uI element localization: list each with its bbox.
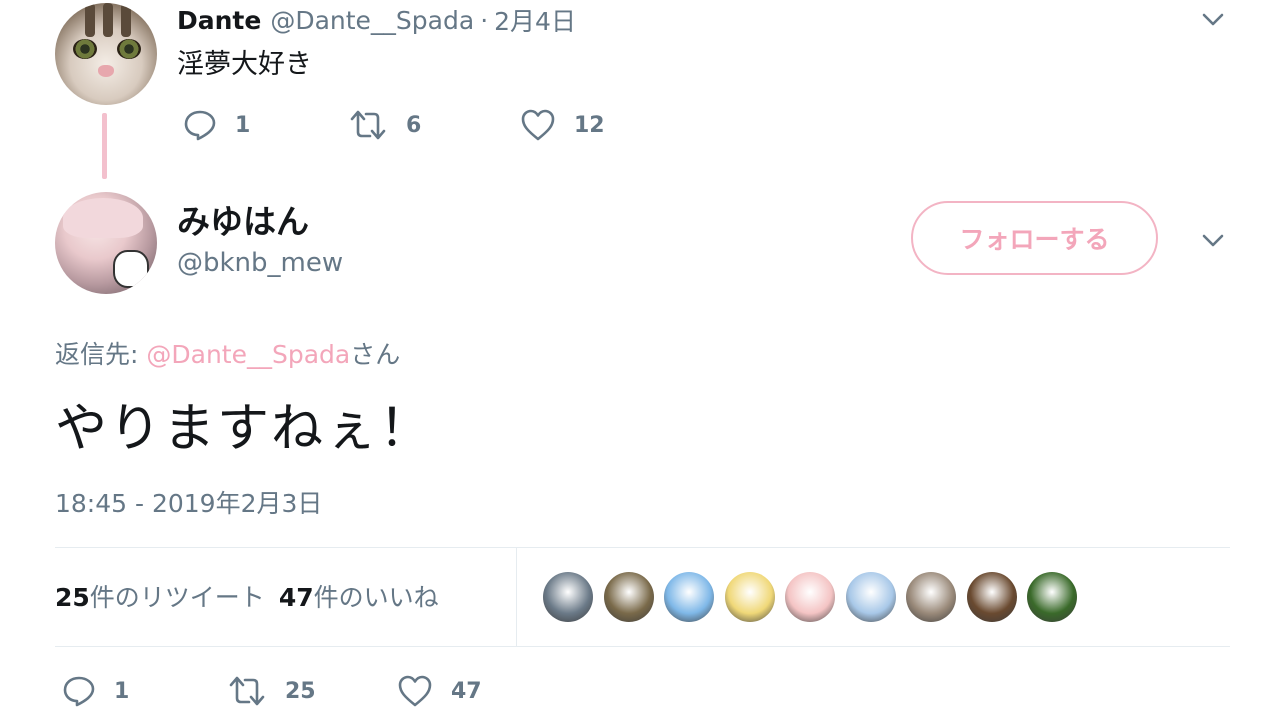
retweet-count: 6 bbox=[406, 112, 422, 138]
tweet-timestamp[interactable]: 18:45 - 2019年2月3日 bbox=[55, 484, 322, 520]
tweet-detail-page: Dante @Dante__Spada · 2月4日 淫夢大好き 1 6 12 bbox=[0, 0, 1280, 720]
avatar-plush-toy bbox=[113, 250, 149, 288]
avatar-fur-stripe bbox=[103, 3, 113, 37]
reply-count: 1 bbox=[235, 112, 251, 138]
main-handle[interactable]: @bknb_mew bbox=[177, 248, 343, 278]
avatar-landscape[interactable] bbox=[543, 572, 593, 622]
retweet-action[interactable]: 6 bbox=[348, 108, 520, 142]
chevron-down-icon[interactable] bbox=[1199, 226, 1227, 254]
avatar-cartoon[interactable] bbox=[1027, 572, 1077, 622]
parent-date[interactable]: 2月4日 bbox=[494, 2, 576, 38]
retweet-icon bbox=[350, 110, 386, 140]
avatar-blue-hair-anime[interactable] bbox=[664, 572, 714, 622]
engagement-stats: 25件のリツイート 47件のいいね bbox=[55, 578, 439, 614]
avatar-eye bbox=[117, 39, 141, 59]
retweet-icon bbox=[229, 676, 265, 706]
reply-count: 1 bbox=[114, 678, 130, 704]
like-stat-count: 47 bbox=[278, 583, 314, 612]
like-action[interactable]: 12 bbox=[520, 108, 605, 142]
like-stat-label: 件のいいね bbox=[313, 583, 439, 612]
avatar-fur-stripe bbox=[85, 3, 95, 37]
avatar-white-hair-anime[interactable] bbox=[845, 572, 896, 622]
avatar-eye bbox=[73, 39, 97, 59]
retweet-stat-count: 25 bbox=[55, 583, 90, 612]
parent-handle[interactable]: @Dante__Spada bbox=[270, 6, 474, 35]
retweet-stat[interactable]: 25件のリツイート bbox=[55, 583, 265, 612]
chevron-down-icon[interactable] bbox=[1199, 5, 1227, 33]
heart-icon bbox=[398, 675, 432, 707]
like-action[interactable]: 47 bbox=[397, 674, 482, 708]
main-avatar[interactable] bbox=[55, 192, 157, 294]
reply-action[interactable]: 1 bbox=[183, 108, 348, 142]
divider bbox=[55, 547, 1230, 548]
retweet-action[interactable]: 25 bbox=[227, 674, 397, 708]
avatar-pink-character[interactable] bbox=[785, 572, 835, 622]
parent-tweet-actions: 1 6 12 bbox=[183, 108, 605, 142]
avatar-man[interactable] bbox=[966, 572, 1017, 622]
thread-connector-line bbox=[102, 113, 107, 179]
like-stat[interactable]: 47件のいいね bbox=[279, 583, 439, 612]
retweet-count: 25 bbox=[285, 678, 316, 704]
avatar-blonde-anime[interactable] bbox=[724, 572, 775, 622]
reply-to-prefix: 返信先: bbox=[55, 340, 147, 369]
retweet-stat-label: 件のリツイート bbox=[89, 583, 265, 612]
reply-action[interactable]: 1 bbox=[62, 674, 227, 708]
avatar-nose bbox=[98, 65, 114, 77]
reply-to-line: 返信先: @Dante__Spadaさん bbox=[55, 335, 400, 371]
parent-display-name[interactable]: Dante bbox=[177, 6, 261, 35]
parent-tweet-header: Dante @Dante__Spada · 2月4日 bbox=[177, 3, 576, 37]
reply-icon bbox=[63, 676, 95, 707]
liker-avatars bbox=[543, 572, 1088, 622]
reply-icon bbox=[184, 110, 216, 141]
divider bbox=[55, 646, 1230, 647]
avatar-cat[interactable] bbox=[906, 572, 956, 622]
main-display-name[interactable]: みゆはん bbox=[177, 195, 309, 243]
main-tweet-actions: 1 25 47 bbox=[62, 674, 482, 708]
reply-to-suffix: さん bbox=[350, 340, 401, 369]
like-count: 47 bbox=[451, 678, 482, 704]
follow-button[interactable]: フォローする bbox=[911, 201, 1158, 275]
like-count: 12 bbox=[574, 112, 605, 138]
avatar-fur-stripe bbox=[121, 3, 131, 37]
stats-divider bbox=[516, 548, 517, 646]
parent-avatar[interactable] bbox=[55, 3, 157, 105]
avatar-25-badge[interactable] bbox=[603, 572, 654, 622]
parent-tweet-text: 淫夢大好き bbox=[177, 49, 312, 80]
reply-to-mention[interactable]: @Dante__Spada bbox=[146, 340, 350, 369]
main-tweet-text: やりますねぇ！ bbox=[55, 399, 434, 459]
avatar-hair bbox=[63, 198, 143, 238]
header-separator: · bbox=[480, 5, 489, 35]
heart-icon bbox=[521, 109, 555, 141]
